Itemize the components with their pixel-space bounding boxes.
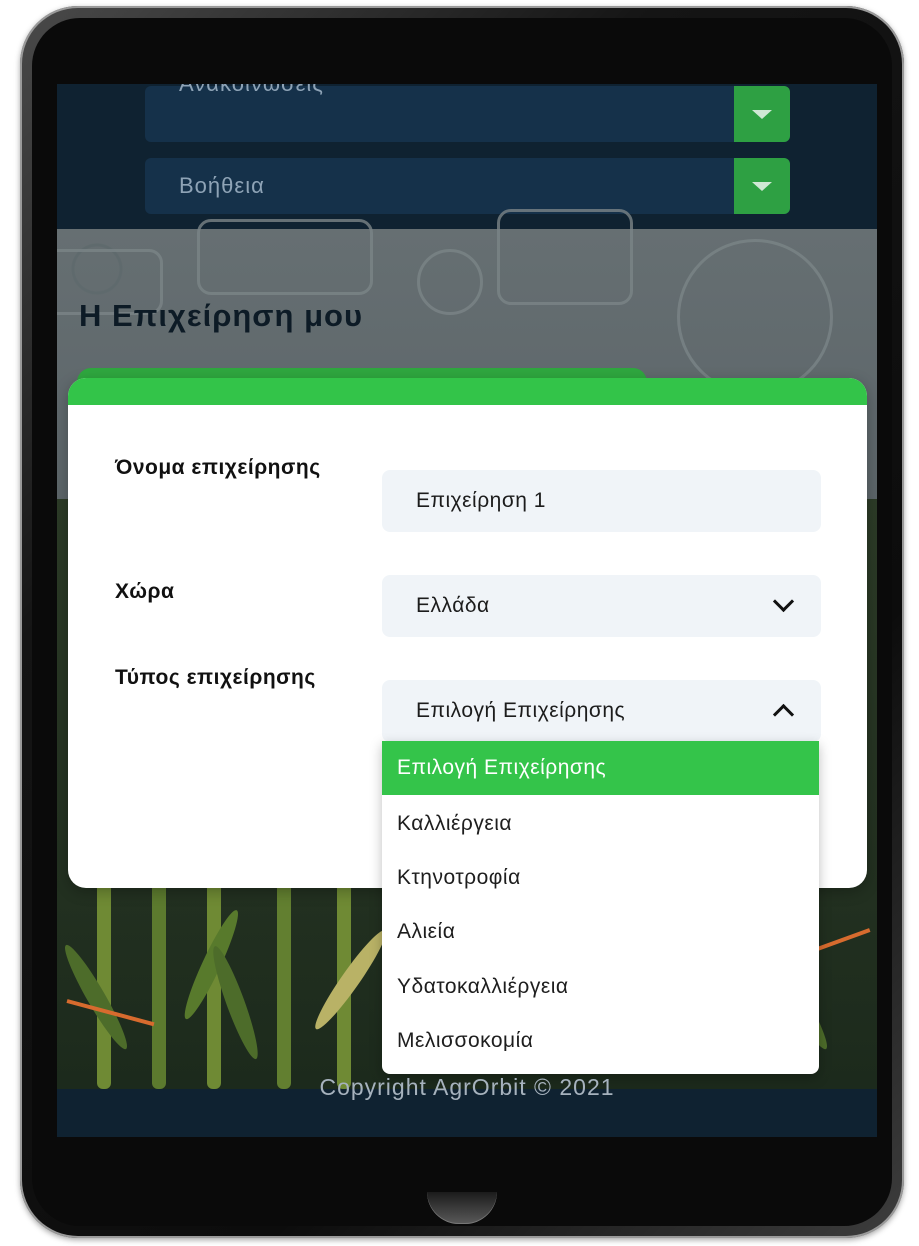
circuit-trace (677, 239, 833, 395)
dropdown-option-label: Υδατοκαλλιέργεια (397, 975, 569, 998)
chevron-down-icon (772, 590, 795, 613)
business-type-label: Τύπος επιχείρησης (115, 666, 316, 689)
dropdown-option-label: Μελισσοκομία (397, 1029, 534, 1052)
country-select[interactable]: Ελλάδα (382, 575, 821, 637)
dropdown-option-label: Αλιεία (397, 920, 456, 943)
copyright-text: Copyright AgrOrbit © 2021 (319, 1074, 615, 1100)
circuit-trace (417, 249, 483, 315)
business-type-select[interactable]: Επιλογή Επιχείρησης (382, 680, 821, 742)
menu-item-label: Ανακοινώσεις (179, 84, 324, 112)
page-title: Η Επιχείρηση μου (79, 298, 364, 333)
dropdown-option-label: Επιλογή Επιχείρησης (397, 756, 607, 779)
dropdown-option[interactable]: Καλλιέργεια (382, 797, 819, 851)
dropdown-option[interactable]: Επιλογή Επιχείρησης (382, 741, 819, 795)
menu-item-label: Βοήθεια (179, 173, 265, 198)
dropdown-option-label: Κτηνοτροφία (397, 866, 521, 889)
menu-area: Ανακοινώσεις Βοήθεια (57, 84, 877, 229)
business-name-label: Όνομα επιχείρησης (115, 456, 321, 479)
business-type-dropdown: Επιλογή Επιχείρησης Καλλιέργεια Κτηνοτρο… (382, 741, 819, 1074)
chevron-down-icon[interactable] (734, 158, 790, 214)
dropdown-option[interactable]: Υδατοκαλλιέργεια (382, 960, 819, 1014)
country-value: Ελλάδα (416, 594, 490, 617)
menu-item-help[interactable]: Βοήθεια (145, 158, 790, 214)
chevron-down-icon[interactable] (734, 86, 790, 142)
menu-item-announcements[interactable]: Ανακοινώσεις (145, 84, 790, 142)
dropdown-option[interactable]: Αλιεία (382, 905, 819, 959)
country-label: Χώρα (115, 580, 175, 603)
business-name-value: Επιχείρηση 1 (416, 489, 546, 512)
business-type-value: Επιλογή Επιχείρησης (416, 699, 626, 722)
card-header-bar (68, 378, 867, 405)
plant-leaf (58, 940, 134, 1054)
circuit-trace (497, 209, 633, 305)
dropdown-option-label: Καλλιέργεια (397, 812, 513, 835)
business-name-field[interactable]: Επιχείρηση 1 (382, 470, 821, 532)
screen: Ανακοινώσεις Βοήθεια Η Επιχείρηση μου Όν… (57, 84, 877, 1137)
circuit-trace (197, 219, 373, 295)
chevron-up-icon (772, 703, 795, 726)
dropdown-option[interactable]: Μελισσοκομία (382, 1014, 819, 1068)
dropdown-option[interactable]: Κτηνοτροφία (382, 851, 819, 905)
